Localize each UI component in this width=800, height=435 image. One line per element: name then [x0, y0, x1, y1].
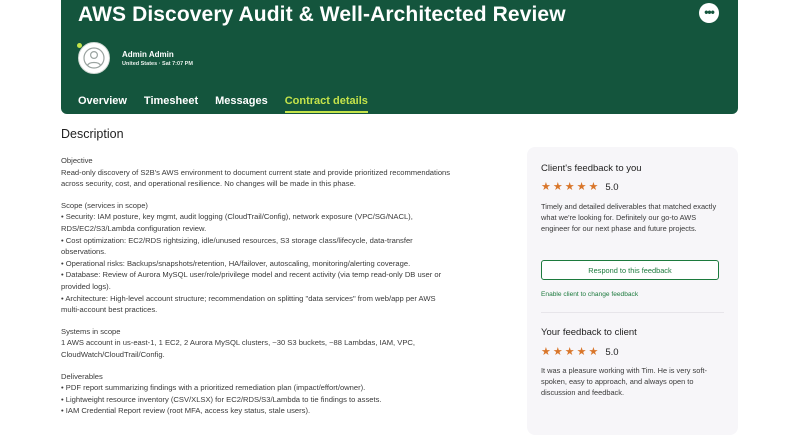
online-status-indicator — [77, 43, 82, 48]
star-icon: ★ — [552, 181, 563, 193]
your-feedback-title: Your feedback to client — [541, 327, 637, 338]
systems-line: 1 AWS account in us-east-1, 1 EC2, 2 Aur… — [61, 338, 415, 348]
systems-line: CloudWatch/CloudTrail/Config. — [61, 349, 165, 359]
star-icon: ★ — [576, 346, 587, 358]
respond-to-feedback-button[interactable]: Respond to this feedback — [541, 260, 719, 280]
scope-line: • Cost optimization: EC2/RDS rightsizing… — [61, 235, 413, 245]
tab-contract-details[interactable]: Contract details — [284, 95, 368, 113]
systems-section: Systems in scope 1 AWS account in us-eas… — [61, 326, 501, 361]
tab-messages[interactable]: Messages — [215, 95, 268, 113]
user-name: Admin Admin — [122, 50, 174, 59]
avatar — [78, 42, 110, 74]
deliverables-title: Deliverables — [61, 371, 103, 381]
scope-section: Scope (services in scope) • Security: IA… — [61, 200, 501, 316]
user-location-time: United States · Sat 7:07 PM — [122, 61, 193, 67]
tab-overview[interactable]: Overview — [78, 95, 127, 113]
your-rating-stars: ★ ★ ★ ★ ★ 5.0 — [541, 346, 619, 359]
scope-line: • Database: Review of Aurora MySQL user/… — [61, 270, 442, 280]
user-silhouette-icon — [83, 47, 105, 69]
objective-section: Objective Read-only discovery of S2B's A… — [61, 155, 501, 190]
your-feedback-text: It was a pleasure working with Tim. He i… — [541, 366, 707, 397]
objective-line: across security, cost, and operational r… — [61, 179, 356, 189]
scope-line: provided logs). — [61, 281, 111, 291]
star-icon: ★ — [564, 346, 575, 358]
systems-title: Systems in scope — [61, 326, 121, 336]
description-heading: Description — [61, 127, 124, 141]
deliverables-line: • Lightweight resource inventory (CSV/XL… — [61, 394, 382, 404]
description-body: Objective Read-only discovery of S2B's A… — [61, 155, 501, 427]
scope-line: multi-account best practices. — [61, 305, 158, 315]
tab-timesheet[interactable]: Timesheet — [144, 95, 198, 113]
tab-bar: Overview Timesheet Messages Contract det… — [78, 95, 368, 113]
objective-line: Read-only discovery of S2B's AWS environ… — [61, 167, 451, 177]
deliverables-section: Deliverables • PDF report summarizing fi… — [61, 371, 501, 417]
more-options-button[interactable]: ••• — [699, 3, 719, 23]
star-icon: ★ — [588, 346, 599, 358]
star-icon: ★ — [576, 181, 587, 193]
enable-change-feedback-link[interactable]: Enable client to change feedback — [541, 291, 638, 298]
client-rating-score: 5.0 — [605, 182, 619, 193]
scope-line: • Architecture: High-level account struc… — [61, 293, 436, 303]
star-icon: ★ — [541, 346, 551, 358]
scope-line: observations. — [61, 247, 107, 257]
scope-line: • Operational risks: Backups/snapshots/r… — [61, 258, 411, 268]
scope-title: Scope (services in scope) — [61, 200, 148, 210]
feedback-panel: Client's feedback to you ★ ★ ★ ★ ★ 5.0 T… — [527, 147, 738, 435]
ellipsis-icon: ••• — [704, 5, 715, 19]
page-title: AWS Discovery Audit & Well-Architected R… — [78, 3, 566, 26]
your-rating-score: 5.0 — [605, 347, 619, 358]
client-feedback-title: Client's feedback to you — [541, 163, 642, 174]
objective-title: Objective — [61, 156, 93, 165]
contract-header: AWS Discovery Audit & Well-Architected R… — [61, 0, 738, 114]
client-rating-stars: ★ ★ ★ ★ ★ 5.0 — [541, 181, 619, 194]
deliverables-line: • PDF report summarizing findings with a… — [61, 383, 366, 393]
star-icon: ★ — [541, 181, 551, 193]
star-icon: ★ — [552, 346, 563, 358]
scope-line: • Security: IAM posture, key mgmt, audit… — [61, 212, 413, 222]
star-icon: ★ — [564, 181, 575, 193]
client-feedback-text: Timely and detailed deliverables that ma… — [541, 202, 717, 233]
star-icon: ★ — [588, 181, 599, 193]
scope-line: RDS/EC2/S3/Lambda configuration review. — [61, 223, 207, 233]
panel-divider — [541, 312, 724, 313]
deliverables-line: • IAM Credential Report review (root MFA… — [61, 406, 311, 416]
